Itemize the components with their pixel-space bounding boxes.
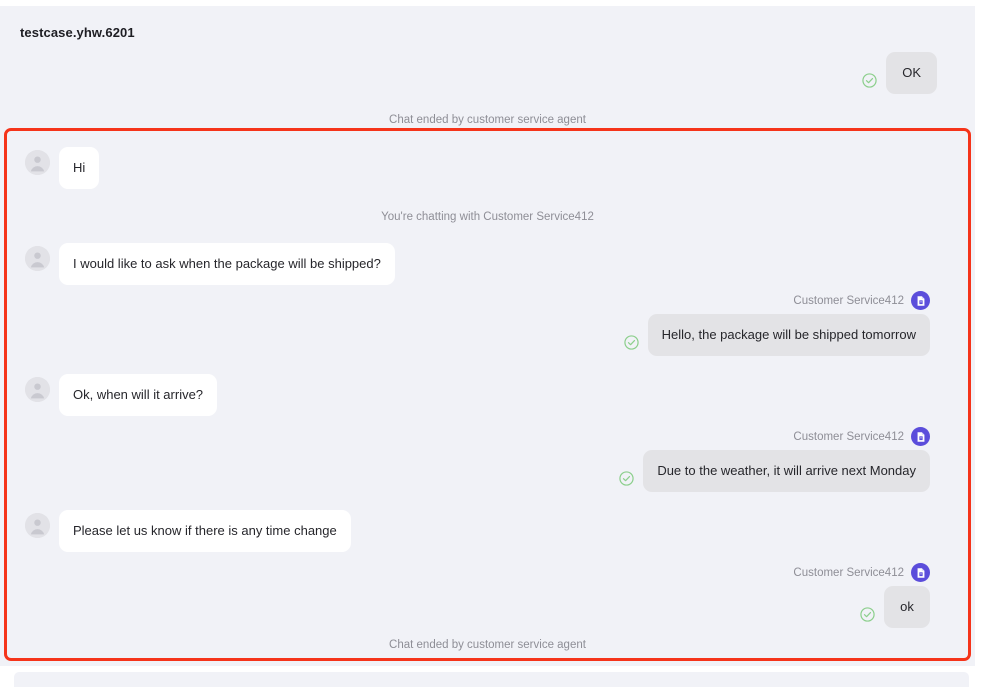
- message-row-user: Please let us know if there is any time …: [7, 510, 968, 552]
- pre-highlight-region: OK Chat ended by customer service agent: [0, 48, 975, 126]
- person-avatar-icon: [25, 377, 50, 402]
- bubble-line: ok: [860, 586, 930, 628]
- message-bubble-agent[interactable]: Hello, the package will be shipped tomor…: [647, 314, 930, 356]
- agent-badge-icon: [911, 427, 930, 446]
- message-row-user: I would like to ask when the package wil…: [7, 243, 968, 285]
- message-row-agent: Customer Service412: [7, 427, 968, 492]
- message-bubble-user[interactable]: Ok, when will it arrive?: [59, 374, 218, 416]
- page-title: testcase.yhw.6201: [20, 25, 135, 40]
- agent-badge-icon: [911, 291, 930, 310]
- agent-name-line: Customer Service412: [793, 291, 930, 310]
- person-avatar-icon: [25, 150, 50, 175]
- check-circle-icon: [862, 72, 877, 88]
- chat-application-window: testcase.yhw.6201 OK Chat ended by custo…: [0, 0, 990, 687]
- message-row-agent: Customer Service412: [7, 291, 968, 356]
- message-bubble-user[interactable]: I would like to ask when the package wil…: [59, 243, 395, 285]
- message-row-user: Hi: [7, 147, 968, 189]
- chat-ended-divider-bottom: Chat ended by customer service agent: [389, 639, 586, 651]
- message-thread: Hi You're chatting with Customer Service…: [7, 131, 968, 658]
- chat-panel: testcase.yhw.6201 OK Chat ended by custo…: [0, 6, 975, 666]
- next-panel-edge: [14, 672, 969, 687]
- message-bubble-agent[interactable]: Due to the weather, it will arrive next …: [643, 450, 930, 492]
- check-circle-icon: [623, 334, 639, 350]
- person-avatar-icon: [25, 246, 50, 271]
- person-avatar-icon: [25, 513, 50, 538]
- bubble-line: OK: [862, 52, 937, 94]
- message-row-agent: Customer Service412: [7, 563, 968, 628]
- check-circle-icon: [619, 470, 634, 486]
- message-row-agent-ok-top: OK: [0, 52, 975, 94]
- message-bubble-agent[interactable]: OK: [886, 52, 937, 94]
- agent-badge-icon: [911, 563, 930, 582]
- agent-name-label: Customer Service412: [793, 294, 904, 307]
- bubble-line: Due to the weather, it will arrive next …: [619, 450, 930, 492]
- highlighted-conversation-region: Hi You're chatting with Customer Service…: [4, 128, 971, 661]
- message-bubble-agent[interactable]: ok: [884, 586, 930, 628]
- agent-name-line: Customer Service412: [793, 427, 930, 446]
- agent-name-label: Customer Service412: [793, 430, 904, 443]
- message-row-user: Ok, when will it arrive?: [7, 374, 968, 416]
- message-bubble-user[interactable]: Please let us know if there is any time …: [59, 510, 351, 552]
- message-bubble-user[interactable]: Hi: [59, 147, 100, 189]
- check-circle-icon: [860, 606, 875, 622]
- chatting-with-divider: You're chatting with Customer Service412: [381, 211, 594, 223]
- agent-name-line: Customer Service412: [793, 563, 930, 582]
- agent-name-label: Customer Service412: [793, 566, 904, 579]
- bubble-line: Hello, the package will be shipped tomor…: [623, 314, 930, 356]
- chat-ended-divider-top: Chat ended by customer service agent: [389, 114, 586, 126]
